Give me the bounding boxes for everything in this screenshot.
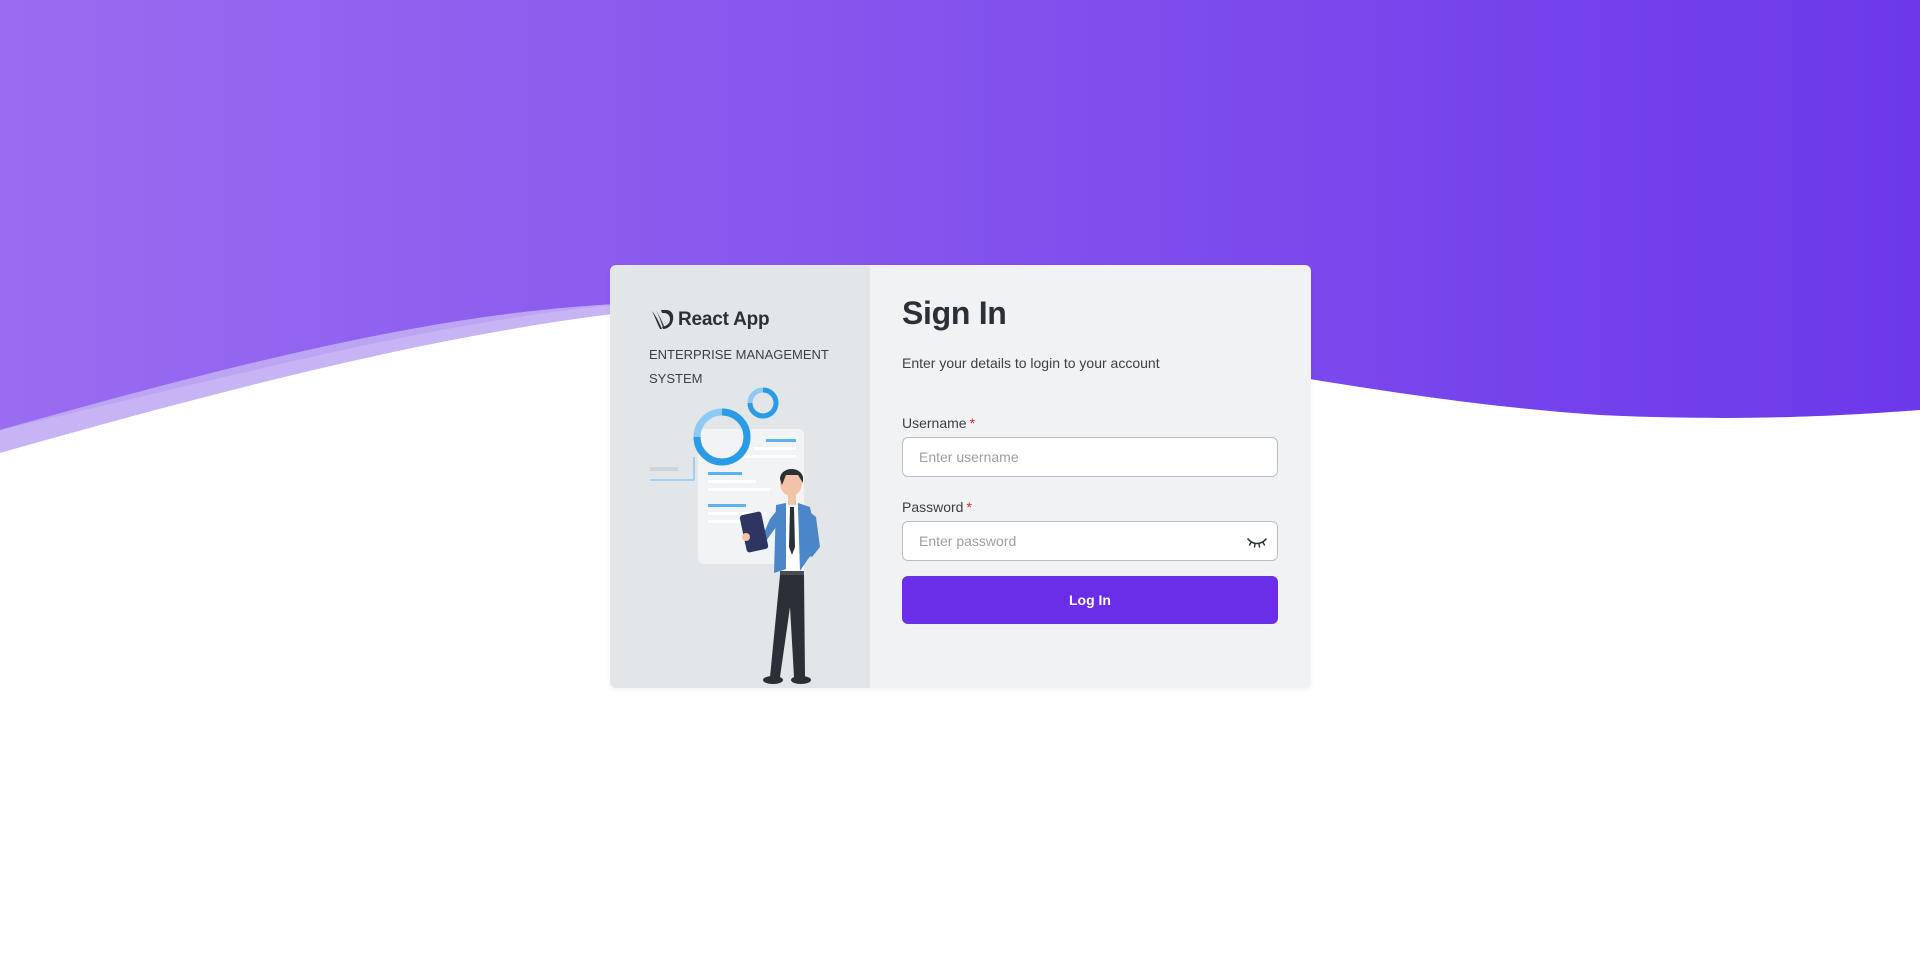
brand: React App [649, 307, 770, 333]
password-label: Password * [902, 499, 972, 515]
login-form-panel: Sign In Enter your details to login to y… [870, 265, 1311, 688]
login-button[interactable]: Log In [902, 576, 1278, 624]
page-title: Sign In [902, 295, 1007, 331]
password-label-text: Password [902, 499, 964, 515]
username-required-marker: * [969, 415, 976, 431]
username-label: Username * [902, 415, 975, 431]
app-name: React App [678, 309, 770, 330]
password-field [902, 521, 1278, 561]
eye-closed-icon [1247, 538, 1267, 548]
page-subtitle: Enter your details to login to your acco… [902, 355, 1160, 371]
brand-panel: React App ENTERPRISE MANAGEMENT SYSTEM [610, 265, 870, 688]
password-visibility-toggle[interactable] [1245, 530, 1269, 554]
username-field [902, 437, 1278, 477]
app-tagline: ENTERPRISE MANAGEMENT SYSTEM [649, 347, 829, 386]
username-input[interactable] [903, 438, 1277, 476]
password-required-marker: * [966, 499, 972, 515]
react-app-logo-icon [652, 310, 674, 329]
username-label-text: Username [902, 415, 967, 431]
password-input[interactable] [903, 522, 1277, 560]
login-card: React App ENTERPRISE MANAGEMENT SYSTEM S… [610, 265, 1311, 688]
login-page: React App ENTERPRISE MANAGEMENT SYSTEM S… [0, 0, 1920, 953]
businessman-with-tablet-illustration [650, 387, 820, 684]
